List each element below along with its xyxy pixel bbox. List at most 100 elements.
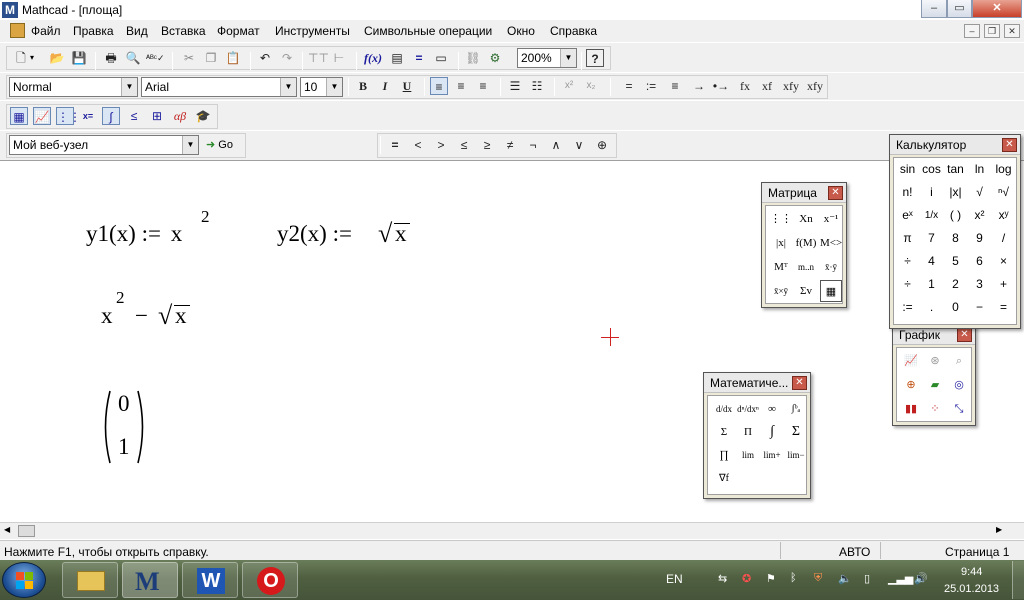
left-limit-button[interactable]: lim− (785, 444, 807, 466)
menu-tools[interactable]: Инструменты (275, 24, 350, 38)
clock-time[interactable]: 9:44 (961, 566, 982, 578)
global-define-button[interactable]: ≡ (666, 77, 684, 95)
close-icon[interactable]: ✕ (792, 376, 807, 390)
calc-minus[interactable]: − (968, 296, 991, 319)
minimize-button[interactable]: ‒ (921, 0, 947, 18)
language-indicator[interactable]: EN (666, 572, 683, 586)
scroll-right-icon[interactable]: ▶ (996, 525, 1002, 534)
calc-9[interactable]: 9 (968, 227, 991, 250)
symbolic-toolbar-icon[interactable]: 🎓 (194, 107, 212, 125)
taskbar-word-button[interactable]: W (182, 562, 238, 598)
limit-button[interactable]: lim (737, 444, 759, 466)
underline-button[interactable]: U (398, 77, 416, 95)
matrix-insert-button[interactable]: ⋮⋮ (770, 208, 792, 230)
calc-2[interactable]: 2 (944, 273, 967, 296)
scroll-thumb[interactable] (18, 525, 35, 537)
scroll-left-icon[interactable]: ◀ (4, 525, 10, 534)
copy-icon[interactable]: ❐ (202, 49, 220, 67)
superscript-button[interactable]: x² (560, 77, 578, 95)
start-button[interactable] (2, 562, 46, 598)
bool-le-button[interactable]: ≤ (455, 136, 473, 154)
dot-product-button[interactable]: x̄·ȳ (820, 256, 842, 278)
flag-icon[interactable]: ⚑ (766, 572, 776, 585)
security-icon[interactable]: ⛨ (814, 572, 822, 585)
clock-date[interactable]: 25.01.2013 (944, 583, 999, 595)
calc-pi[interactable]: π (896, 227, 919, 250)
bold-button[interactable]: B (354, 77, 372, 95)
bool-greater-button[interactable]: > (432, 136, 450, 154)
polar-grid-icon[interactable]: ⊕ (900, 374, 922, 396)
align-right-icon[interactable]: ≡ (474, 77, 492, 95)
matrix-transpose-button[interactable]: Mᵀ (770, 256, 792, 278)
network-sync-icon[interactable]: ⇆ (718, 572, 727, 585)
calc-inline-divide[interactable]: ÷ (896, 273, 919, 296)
calc-multiply[interactable]: × (992, 250, 1015, 273)
range-sum-button[interactable]: Σ (785, 421, 807, 443)
align-center-icon[interactable]: ≡ (452, 77, 470, 95)
calc-reciprocal[interactable]: 1/x (920, 204, 943, 227)
infinity-button[interactable]: ∞ (761, 398, 783, 420)
calc-factorial[interactable]: n! (896, 181, 919, 204)
matrix-toolbar-icon[interactable]: ⋮⋮ (56, 107, 81, 125)
define-button[interactable]: := (642, 77, 660, 95)
picture-button[interactable]: ▦ (820, 280, 842, 302)
surface-plot-icon[interactable]: ▰ (924, 374, 946, 396)
calc-cos[interactable]: cos (920, 158, 943, 181)
battery-icon[interactable]: ▯ (864, 572, 870, 585)
worksheet[interactable]: y1(x) := x 2 y2(x) := √ x x 2 − √ x 0 1 (0, 160, 1024, 522)
matrix-vectorize-button[interactable]: f(M) (795, 232, 817, 254)
calc-4[interactable]: 4 (920, 250, 943, 273)
range-product-button[interactable]: ∏ (713, 444, 735, 466)
postfix-operator-button[interactable]: xf (758, 77, 776, 95)
calculator-toolbar-icon[interactable]: ▦ (10, 107, 28, 125)
calculus-palette[interactable]: Математиче... ✕ d/dx dⁿ/dxⁿ ∞ ∫ᵇₐ Σ Π ∫ … (703, 372, 811, 499)
insert-unit-icon[interactable]: ▤ (388, 49, 406, 67)
calc-ln[interactable]: ln (968, 158, 991, 181)
close-icon[interactable]: ✕ (1002, 138, 1017, 152)
sum-button[interactable]: Σ (713, 421, 735, 443)
new-icon[interactable]: 🗋 (12, 49, 30, 67)
calc-power[interactable]: xʸ (992, 204, 1015, 227)
calc-7[interactable]: 7 (920, 227, 943, 250)
calculator-palette[interactable]: Калькулятор ✕ sin cos tan ln log n! i |x… (889, 134, 1021, 329)
nth-derivative-button[interactable]: dⁿ/dxⁿ (737, 398, 759, 420)
matrix-determinant-button[interactable]: |x| (770, 232, 792, 254)
definite-integral-button[interactable]: ∫ᵇₐ (785, 398, 807, 420)
keyword-eval-button[interactable]: •→ (712, 77, 730, 95)
volume-icon[interactable]: 🔈 (838, 572, 852, 585)
resource-center-icon[interactable]: ⚙ (486, 49, 504, 67)
bool-less-button[interactable]: < (409, 136, 427, 154)
contour-plot-icon[interactable]: ◎ (948, 374, 970, 396)
signal-icon[interactable]: ▁▃▅ (888, 572, 913, 585)
prefix-operator-button[interactable]: fx (736, 77, 754, 95)
infix-operator-button[interactable]: xfy (780, 77, 802, 95)
calc-equals[interactable]: = (992, 296, 1015, 319)
calc-sqrt[interactable]: √ (968, 181, 991, 204)
save-icon[interactable]: 💾 (70, 49, 88, 67)
menu-format[interactable]: Формат (217, 24, 260, 38)
calc-imaginary[interactable]: i (920, 181, 943, 204)
product-button[interactable]: Π (737, 421, 759, 443)
font-size-select[interactable]: 10 ▼ (300, 77, 343, 97)
range-variable-button[interactable]: m..n (795, 256, 817, 278)
zoom-select[interactable]: 200% ▼ (517, 48, 577, 68)
result-matrix[interactable]: 0 1 (100, 389, 148, 465)
calc-exp[interactable]: eˣ (896, 204, 919, 227)
calc-abs[interactable]: |x| (944, 181, 967, 204)
spell-check-icon[interactable]: ᴬᴮᶜ✓ (146, 49, 165, 67)
redo-icon[interactable]: ↷ (278, 49, 296, 67)
calc-3[interactable]: 3 (968, 273, 991, 296)
expression-base[interactable]: x (101, 303, 113, 329)
matrix-inverse-button[interactable]: x⁻¹ (820, 208, 842, 230)
subscript-button[interactable]: x₂ (582, 77, 600, 95)
calc-tan[interactable]: tan (944, 158, 967, 181)
calc-fraction[interactable]: ÷ (896, 250, 919, 273)
go-button[interactable]: ➜ Go (206, 138, 233, 151)
speaker-icon[interactable]: 🔊 (914, 572, 928, 585)
bool-xor-button[interactable]: ⊕ (593, 136, 611, 154)
calc-sin[interactable]: sin (896, 158, 919, 181)
italic-button[interactable]: I (376, 77, 394, 95)
bool-not-button[interactable]: ¬ (524, 136, 542, 154)
definition-y1[interactable]: y1(x) := x (86, 221, 182, 247)
calc-6[interactable]: 6 (968, 250, 991, 273)
